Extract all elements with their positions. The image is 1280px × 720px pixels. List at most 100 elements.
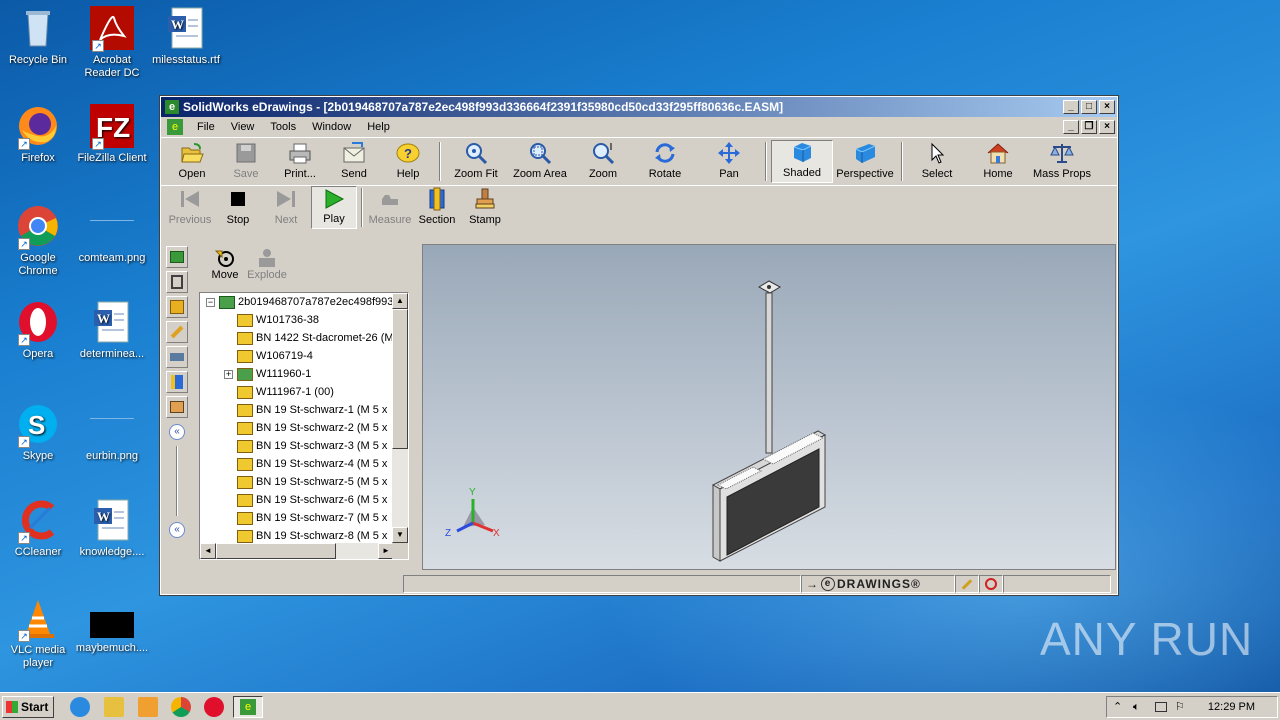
tab-section[interactable]: [166, 371, 188, 393]
menu-view[interactable]: View: [223, 121, 263, 133]
tree-item[interactable]: BN 19 St-schwarz-2 (M 5 x: [200, 419, 394, 437]
doc-restore-button[interactable]: ❐: [1081, 120, 1097, 134]
action-center-flag-icon[interactable]: ⚐: [1175, 697, 1185, 717]
play-button[interactable]: Play: [311, 186, 357, 229]
tab-stamp[interactable]: [166, 396, 188, 418]
previous-button[interactable]: Previous: [165, 186, 215, 229]
send-button[interactable]: Send: [327, 140, 381, 183]
desktop-icon-comteam[interactable]: comteam.png: [74, 220, 150, 265]
tray-expand-icon[interactable]: ⌃: [1113, 697, 1122, 717]
tree-item[interactable]: BN 19 St-schwarz-4 (M 5 x: [200, 455, 394, 473]
minimize-button[interactable]: _: [1063, 100, 1079, 114]
start-button[interactable]: Start: [2, 696, 54, 718]
speaker-icon[interactable]: 🔈︎: [1133, 697, 1140, 717]
menu-help[interactable]: Help: [359, 121, 398, 133]
explode-button[interactable]: Explode: [245, 247, 289, 281]
tab-configurations[interactable]: [166, 271, 188, 293]
edrawings-task-button[interactable]: e: [233, 696, 263, 718]
desktop-icon-ccleaner[interactable]: ↗ CCleaner: [0, 498, 76, 559]
desktop-icon-skype[interactable]: S ↗ Skype: [0, 402, 76, 463]
menu-file[interactable]: File: [189, 121, 223, 133]
tree-item[interactable]: W106719-4: [200, 347, 394, 365]
help-button[interactable]: ? Help: [381, 140, 435, 183]
desktop-icon-determinea[interactable]: W determinea...: [74, 300, 150, 361]
zoom-fit-button[interactable]: Zoom Fit: [445, 140, 507, 183]
doc-minimize-button[interactable]: _: [1063, 120, 1079, 134]
tree-root[interactable]: − 2b019468707a787e2ec498f993: [200, 293, 394, 311]
desktop-icon-eurbin[interactable]: eurbin.png: [74, 418, 150, 463]
move-button[interactable]: Move: [205, 247, 245, 281]
window-titlebar[interactable]: e SolidWorks eDrawings - [2b019468707a78…: [161, 97, 1117, 117]
zoom-area-button[interactable]: Zoom Area: [507, 140, 573, 183]
stop-button[interactable]: Stop: [215, 186, 261, 229]
desktop-icon-acrobat[interactable]: ↗ Acrobat Reader DC: [74, 6, 150, 80]
scroll-left-button[interactable]: ◄: [200, 543, 216, 559]
zoom-button[interactable]: Zoom: [573, 140, 633, 183]
scroll-up-button[interactable]: ▲: [392, 293, 408, 309]
tree-vertical-scrollbar[interactable]: ▲ ▼: [392, 293, 408, 543]
menu-window[interactable]: Window: [304, 121, 359, 133]
tab-components[interactable]: [166, 246, 188, 268]
pan-button[interactable]: Pan: [697, 140, 761, 183]
mass-props-button[interactable]: Mass Props: [1029, 140, 1095, 183]
network-icon[interactable]: [1155, 702, 1167, 712]
review-status[interactable]: [979, 575, 1003, 593]
explorer-quicklaunch-icon[interactable]: [104, 697, 124, 717]
tree-item[interactable]: W101736-38: [200, 311, 394, 329]
doc-close-button[interactable]: ×: [1099, 120, 1115, 134]
next-button[interactable]: Next: [261, 186, 311, 229]
tab-markup[interactable]: [166, 321, 188, 343]
desktop-icon-recycle-bin[interactable]: Recycle Bin: [0, 6, 76, 67]
desktop-icon-knowledge[interactable]: W knowledge....: [74, 498, 150, 559]
tree-item[interactable]: BN 19 St-schwarz-1 (M 5 x: [200, 401, 394, 419]
rotate-button[interactable]: Rotate: [633, 140, 697, 183]
collapse-top-button[interactable]: «: [169, 424, 185, 440]
tree-item[interactable]: BN 19 St-schwarz-7 (M 5 x: [200, 509, 394, 527]
desktop-icon-chrome[interactable]: ↗ Google Chrome: [0, 204, 76, 278]
ie-quicklaunch-icon[interactable]: [70, 697, 90, 717]
select-button[interactable]: Select: [907, 140, 967, 183]
open-button[interactable]: Open: [165, 140, 219, 183]
desktop-icon-firefox[interactable]: ↗ Firefox: [0, 104, 76, 165]
tree-horizontal-scrollbar[interactable]: ◄ ►: [200, 543, 394, 559]
tree-item[interactable]: W111967-1 (00): [200, 383, 394, 401]
desktop-icon-vlc[interactable]: ↗ VLC media player: [0, 596, 76, 670]
desktop-icon-maybemuch[interactable]: maybemuch....: [74, 612, 150, 655]
close-button[interactable]: ×: [1099, 100, 1115, 114]
markup-status[interactable]: [955, 575, 979, 593]
tree-item[interactable]: + W111960-1: [200, 365, 394, 383]
media-player-quicklaunch-icon[interactable]: [138, 697, 158, 717]
tree-item[interactable]: BN 19 St-schwarz-8 (M 5 x: [200, 527, 394, 543]
save-button[interactable]: Save: [219, 140, 273, 183]
section-button[interactable]: Section: [413, 186, 461, 229]
scroll-h-thumb[interactable]: [216, 543, 336, 559]
perspective-button[interactable]: Perspective: [833, 140, 897, 183]
tab-sheets[interactable]: [166, 296, 188, 318]
opera-quicklaunch-icon[interactable]: [204, 697, 224, 717]
menu-tools[interactable]: Tools: [262, 121, 304, 133]
tree-item[interactable]: BN 19 St-schwarz-3 (M 5 x: [200, 437, 394, 455]
clock[interactable]: 12:29 PM: [1208, 697, 1255, 717]
desktop-icon-filezilla[interactable]: FZ ↗ FileZilla Client: [74, 104, 150, 165]
desktop-icon-milesstatus[interactable]: W milesstatus.rtf: [148, 6, 224, 67]
tree-item[interactable]: BN 19 St-schwarz-6 (M 5 x: [200, 491, 394, 509]
panel-splitter[interactable]: [176, 446, 178, 516]
print-button[interactable]: Print...: [273, 140, 327, 183]
maximize-button[interactable]: □: [1081, 100, 1097, 114]
document-icon[interactable]: e: [167, 119, 183, 135]
tree-item[interactable]: BN 1422 St-dacromet-26 (M: [200, 329, 394, 347]
collapse-bottom-button[interactable]: «: [169, 522, 185, 538]
chrome-quicklaunch-icon[interactable]: [171, 697, 191, 717]
home-button[interactable]: Home: [967, 140, 1029, 183]
3d-viewport[interactable]: Y X Z: [422, 244, 1116, 570]
desktop-icon-opera[interactable]: ↗ Opera: [0, 300, 76, 361]
scroll-down-button[interactable]: ▼: [392, 527, 408, 543]
collapse-toggle-icon[interactable]: −: [206, 297, 215, 307]
tab-measure[interactable]: [166, 346, 188, 368]
stamp-button[interactable]: Stamp: [461, 186, 509, 229]
expand-toggle-icon[interactable]: +: [224, 369, 233, 379]
tree-item[interactable]: BN 19 St-schwarz-5 (M 5 x: [200, 473, 394, 491]
shaded-button[interactable]: Shaded: [771, 140, 833, 183]
measure-button[interactable]: Measure: [367, 186, 413, 229]
scroll-thumb[interactable]: [392, 309, 408, 449]
